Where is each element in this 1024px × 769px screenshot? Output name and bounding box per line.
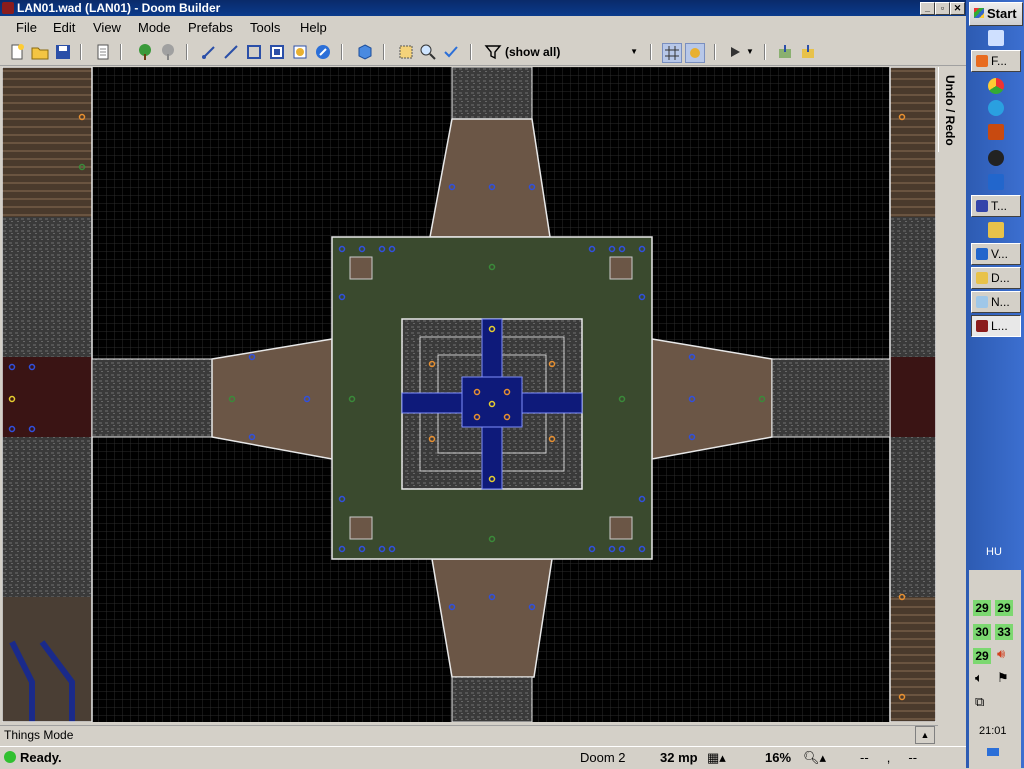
pencil-icon[interactable] — [988, 222, 1004, 238]
mode-bar: Things Mode ▲ — [0, 725, 938, 746]
open-map-icon[interactable] — [31, 43, 49, 61]
menu-edit[interactable]: Edit — [53, 20, 75, 35]
window-title: LAN01.wad (LAN01) - Doom Builder — [17, 1, 221, 15]
disk-icon — [976, 200, 988, 212]
start-button[interactable]: Start — [969, 2, 1023, 26]
grid-toggle-icon[interactable] — [662, 43, 682, 63]
zoom-icon[interactable] — [419, 43, 437, 61]
select-icon[interactable] — [397, 43, 415, 61]
maximize-button[interactable]: ▫ — [935, 2, 950, 15]
map-options-icon[interactable] — [94, 43, 112, 61]
close-button[interactable]: ✕ — [950, 2, 965, 15]
cube-icon[interactable] — [356, 43, 374, 61]
save-map-icon[interactable] — [54, 43, 72, 61]
menu-file[interactable]: File — [16, 20, 37, 35]
things-mode-icon[interactable] — [268, 43, 286, 61]
menu-mode[interactable]: Mode — [138, 20, 171, 35]
tray-number: 29 — [995, 600, 1013, 616]
clock[interactable]: 21:01 — [979, 725, 1007, 737]
menu-prefabs[interactable]: Prefabs — [188, 20, 233, 35]
taskbar-button-firefox[interactable]: F... — [971, 50, 1021, 72]
check-icon[interactable] — [442, 43, 460, 61]
play-dropdown-icon[interactable]: ▼ — [746, 47, 754, 56]
status-ok-icon — [4, 751, 16, 763]
tray-number: 33 — [995, 624, 1013, 640]
doom-icon — [976, 320, 988, 332]
snap-toggle-icon[interactable] — [685, 43, 705, 63]
menu-help[interactable]: Help — [300, 20, 327, 35]
status-text: Ready. — [20, 750, 62, 765]
zoom-dropdown-icon[interactable]: 🔍︎▴ — [803, 750, 826, 766]
notepad-icon — [976, 296, 988, 308]
app-icon — [2, 2, 14, 14]
menu-bar: File Edit View Mode Prefabs Tools Help — [0, 17, 966, 39]
game-config[interactable]: Doom 2 — [580, 750, 626, 765]
cursor-coordinates: -- , -- — [860, 750, 918, 765]
taskbar-button-t[interactable]: T... — [971, 195, 1021, 217]
volume-icon[interactable]: 🔊︎ — [997, 646, 1005, 662]
obs-icon[interactable] — [988, 150, 1004, 166]
menu-tools[interactable]: Tools — [250, 20, 280, 35]
firefox-icon — [976, 55, 988, 67]
tray-number: 29 — [973, 648, 991, 664]
mode-bar-expand-button[interactable]: ▲ — [915, 726, 935, 744]
toolbar: (show all) ▼ ▼ — [0, 40, 966, 66]
menu-view[interactable]: View — [93, 20, 121, 35]
left-room-strip — [2, 67, 93, 722]
tray-number: 30 — [973, 624, 991, 640]
grid-size[interactable]: 32 mp — [660, 750, 698, 765]
map-canvas[interactable] — [2, 67, 936, 722]
language-indicator[interactable]: HU — [986, 546, 1002, 558]
zoom-level[interactable]: 16% — [765, 750, 791, 765]
filter-icon[interactable] — [484, 43, 502, 61]
import-icon[interactable] — [799, 43, 817, 61]
test-map-icon[interactable] — [136, 43, 154, 61]
keyboard-icon[interactable] — [988, 30, 1004, 46]
undo-redo-tab[interactable]: Undo / Redo — [938, 67, 965, 152]
taskbar-button-l[interactable]: L... — [971, 315, 1021, 337]
chrome-icon[interactable] — [988, 78, 1004, 94]
right-room-strip — [889, 67, 936, 722]
export-icon[interactable] — [776, 43, 794, 61]
flag-icon[interactable]: ⚑ — [997, 670, 1009, 686]
network-icon[interactable]: ⧉ — [975, 694, 984, 710]
sectors-mode-icon[interactable] — [245, 43, 263, 61]
show-desktop-icon[interactable] — [987, 748, 999, 756]
3d-mode-icon[interactable] — [291, 43, 309, 61]
mode-label: Things Mode — [4, 728, 74, 742]
tray-number: 29 — [973, 600, 991, 616]
taskbar: Start F... T... V... D... N... L... HU 2… — [966, 0, 1024, 768]
folder-icon — [976, 272, 988, 284]
test-map-disabled-icon — [162, 44, 174, 60]
new-map-icon[interactable] — [8, 43, 26, 61]
title-bar[interactable]: LAN01.wad (LAN01) - Doom Builder _ ▫ ✕ — [0, 0, 966, 16]
visual-mode-icon[interactable] — [314, 43, 332, 61]
taskbar-button-v[interactable]: V... — [971, 243, 1021, 265]
grid-dropdown-icon[interactable]: ▦▴ — [707, 750, 726, 766]
app-icon-orange[interactable] — [988, 124, 1004, 140]
taskbar-button-d[interactable]: D... — [971, 267, 1021, 289]
vertices-mode-icon[interactable] — [200, 43, 218, 61]
minimize-button[interactable]: _ — [920, 2, 935, 15]
play-icon[interactable] — [726, 43, 744, 61]
doombuilder-quick-icon[interactable] — [988, 174, 1004, 190]
doombuilder-icon — [976, 248, 988, 260]
taskbar-button-n[interactable]: N... — [971, 291, 1021, 313]
linedefs-mode-icon[interactable] — [222, 43, 240, 61]
speaker-icon[interactable]: 🔈︎ — [975, 670, 983, 686]
inner-room — [401, 318, 583, 490]
skype-icon[interactable] — [988, 100, 1004, 116]
things-filter-select[interactable]: (show all) ▼ — [505, 43, 640, 61]
app-window: LAN01.wad (LAN01) - Doom Builder _ ▫ ✕ F… — [0, 0, 966, 769]
status-bar: Ready. Doom 2 32 mp ▦▴ 16% 🔍︎▴ -- , -- — [0, 746, 966, 769]
system-tray: 29 29 30 33 29 🔊︎ 🔈︎ ⚑ ⧉ 21:01 — [969, 570, 1021, 768]
